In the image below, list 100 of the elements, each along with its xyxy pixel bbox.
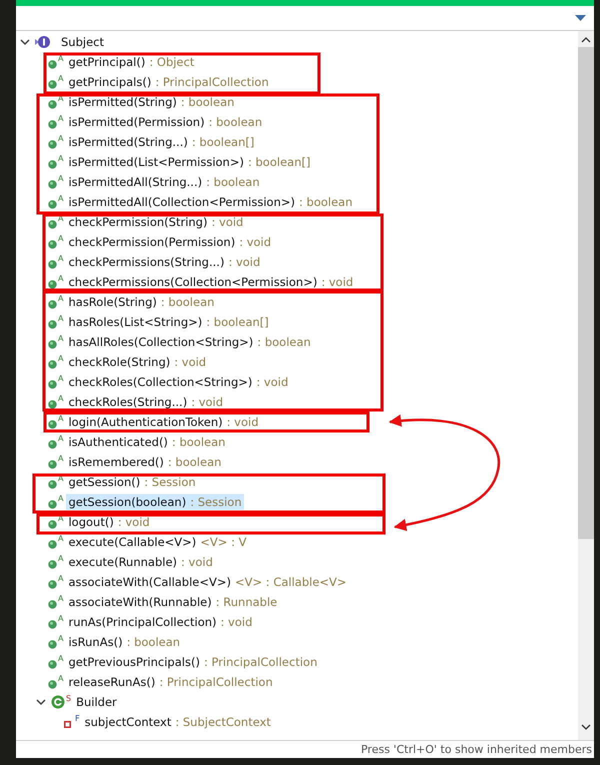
- modifier-letter: A: [58, 635, 64, 643]
- outline-item[interactable]: checkRole(String) : void: [66, 354, 208, 370]
- scrollbar[interactable]: [578, 31, 594, 740]
- outline-item[interactable]: login(AuthenticationToken) : void: [66, 414, 260, 430]
- method-icon: [48, 220, 57, 228]
- method-icon: [48, 520, 57, 528]
- outline-item[interactable]: checkPermissions(Collection<Permission>) : void: [66, 274, 356, 290]
- outline-item[interactable]: isPermitted(String) : boolean: [66, 94, 236, 110]
- outline-item[interactable]: releaseRunAs() : PrincipalCollection: [66, 674, 275, 690]
- method-icon: [48, 300, 57, 308]
- modifier-letter: A: [58, 355, 64, 363]
- outline-item[interactable]: isAuthenticated() : boolean: [66, 434, 228, 450]
- collapse-icon[interactable]: [36, 697, 46, 707]
- status-hint: Press 'Ctrl+O' to show inherited members: [16, 740, 594, 758]
- method-icon: [48, 240, 57, 248]
- method-icon: [48, 440, 57, 448]
- method-icon: [48, 320, 57, 328]
- outline-item[interactable]: execute(Runnable) : void: [66, 554, 215, 570]
- method-icon: [48, 260, 57, 268]
- modifier-letter: A: [58, 495, 64, 503]
- outline-item[interactable]: checkPermission(String) : void: [66, 214, 246, 230]
- scroll-up-icon[interactable]: [581, 37, 591, 43]
- outline-item[interactable]: hasAllRoles(Collection<String>) : boolean: [66, 334, 313, 350]
- interface-icon: [35, 35, 51, 49]
- method-icon: [48, 600, 57, 608]
- outline-item[interactable]: getPrincipals() : PrincipalCollection: [66, 74, 271, 90]
- method-icon: [48, 560, 57, 568]
- outline-item[interactable]: checkRoles(String...) : void: [66, 394, 226, 410]
- modifier-letter: A: [58, 155, 64, 163]
- collapse-icon[interactable]: [20, 37, 30, 47]
- modifier-letter: A: [58, 195, 64, 203]
- outline-item[interactable]: checkPermission(Permission) : void: [66, 234, 274, 250]
- method-icon: [48, 680, 57, 688]
- outline-item[interactable]: hasRoles(List<String>) : boolean[]: [66, 314, 271, 330]
- modifier-letter: F: [75, 715, 80, 723]
- outline-item[interactable]: logout() : void: [66, 514, 152, 530]
- modifier-letter: A: [58, 275, 64, 283]
- modifier-letter: A: [58, 575, 64, 583]
- method-icon: [48, 640, 57, 648]
- method-icon: [48, 420, 57, 428]
- modifier-letter: A: [58, 295, 64, 303]
- method-icon: [48, 400, 57, 408]
- outline-item[interactable]: execute(Callable<V>) <V> : V: [66, 534, 248, 550]
- method-icon: [48, 280, 57, 288]
- method-icon: [48, 580, 57, 588]
- outline-item[interactable]: subjectContext : SubjectContext: [82, 714, 273, 730]
- modifier-letter: A: [58, 375, 64, 383]
- method-icon: [48, 140, 57, 148]
- method-icon: [48, 160, 57, 168]
- modifier-letter: A: [58, 435, 64, 443]
- outline-item[interactable]: getSession(boolean) : Session: [66, 494, 244, 510]
- method-icon: [48, 480, 57, 488]
- modifier-letter: A: [58, 655, 64, 663]
- method-icon: [48, 380, 57, 388]
- modifier-letter: A: [58, 535, 64, 543]
- field-icon: [64, 720, 71, 728]
- modifier-letter: A: [58, 115, 64, 123]
- modifier-letter: A: [58, 555, 64, 563]
- class-icon: [51, 695, 65, 709]
- modifier-letter: A: [58, 315, 64, 323]
- modifier-letter: A: [58, 615, 64, 623]
- outline-item[interactable]: runAs(PrincipalCollection) : void: [66, 614, 254, 630]
- method-icon: [48, 460, 57, 468]
- method-icon: [48, 360, 57, 368]
- modifier-letter: A: [58, 55, 64, 63]
- modifier-letter: A: [58, 135, 64, 143]
- outline-item[interactable]: checkRoles(Collection<String>) : void: [66, 374, 290, 390]
- outline-item[interactable]: isPermitted(Permission) : boolean: [66, 114, 264, 130]
- outline-item[interactable]: Subject: [59, 34, 106, 50]
- outline-item[interactable]: getPreviousPrincipals() : PrincipalCollection: [66, 654, 320, 670]
- modifier-letter: A: [58, 415, 64, 423]
- method-icon: [48, 620, 57, 628]
- method-icon: [48, 120, 57, 128]
- method-icon: [48, 660, 57, 668]
- outline-item[interactable]: hasRole(String) : boolean: [66, 294, 216, 310]
- method-icon: [48, 100, 57, 108]
- method-icon: [48, 500, 57, 508]
- modifier-letter: A: [58, 675, 64, 683]
- modifier-letter: A: [58, 255, 64, 263]
- menu-icon[interactable]: [575, 14, 586, 22]
- outline-item[interactable]: isPermittedAll(String...) : boolean: [66, 174, 262, 190]
- outline-item[interactable]: isPermitted(String...) : boolean[]: [66, 134, 256, 150]
- outline-item[interactable]: associateWith(Runnable) : Runnable: [66, 594, 280, 610]
- outline-item[interactable]: getPrincipal() : Object: [66, 54, 196, 70]
- outline-item[interactable]: isRunAs() : boolean: [66, 634, 182, 650]
- modifier-letter: A: [58, 175, 64, 183]
- outline-item[interactable]: Builder: [74, 694, 119, 710]
- modifier-letter: A: [58, 335, 64, 343]
- outline-item[interactable]: getSession() : Session: [66, 474, 198, 490]
- outline-item[interactable]: isPermitted(List<Permission>) : boolean[]: [66, 154, 312, 170]
- outline-item[interactable]: isPermittedAll(Collection<Permission>) : boolean: [66, 194, 355, 210]
- modifier-letter: S: [66, 695, 72, 703]
- outline-item[interactable]: associateWith(Callable<V>) <V> : Callable<V>: [66, 574, 349, 590]
- modifier-letter: A: [58, 455, 64, 463]
- outline-item[interactable]: checkPermissions(String...) : void: [66, 254, 262, 270]
- method-icon: [48, 180, 57, 188]
- method-icon: [48, 60, 57, 68]
- scroll-down-icon[interactable]: [581, 724, 591, 730]
- outline-item[interactable]: isRemembered() : boolean: [66, 454, 224, 470]
- method-icon: [48, 540, 57, 548]
